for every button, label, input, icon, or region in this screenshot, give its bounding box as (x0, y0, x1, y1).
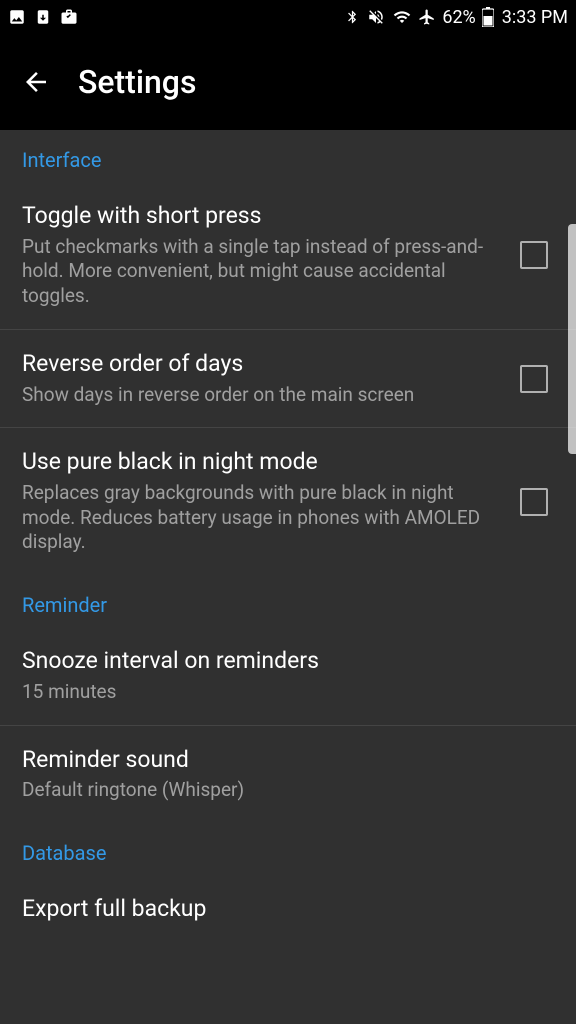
page-title: Settings (78, 63, 196, 101)
section-header-database: Database (0, 823, 576, 875)
setting-reverse-days[interactable]: Reverse order of days Show days in rever… (0, 330, 576, 428)
back-button[interactable] (20, 66, 52, 98)
setting-export-backup[interactable]: Export full backup (0, 875, 576, 928)
wifi-icon (392, 8, 412, 26)
briefcase-icon (60, 8, 78, 26)
setting-toggle-short-press[interactable]: Toggle with short press Put checkmarks w… (0, 182, 576, 330)
setting-title: Use pure black in night mode (22, 448, 508, 477)
settings-list: Interface Toggle with short press Put ch… (0, 130, 576, 1024)
app-bar: Settings (0, 34, 576, 130)
setting-pure-black[interactable]: Use pure black in night mode Replaces gr… (0, 428, 576, 575)
battery-percent: 62% (442, 7, 475, 28)
bluetooth-icon (345, 8, 360, 26)
setting-title: Reverse order of days (22, 350, 508, 379)
setting-reminder-sound[interactable]: Reminder sound Default ringtone (Whisper… (0, 726, 576, 823)
arrow-back-icon (21, 67, 51, 97)
section-header-reminder: Reminder (0, 575, 576, 627)
clock: 3:33 PM (502, 7, 568, 28)
scroll-indicator[interactable] (568, 224, 576, 454)
vibrate-icon (366, 8, 386, 26)
battery-icon (482, 7, 494, 27)
setting-title: Reminder sound (22, 746, 542, 775)
section-header-interface: Interface (0, 130, 576, 182)
setting-desc: Default ringtone (Whisper) (22, 778, 542, 803)
setting-desc: Show days in reverse order on the main s… (22, 383, 508, 408)
setting-title: Snooze interval on reminders (22, 647, 542, 676)
airplane-icon (418, 8, 436, 26)
checkbox[interactable] (520, 488, 548, 516)
checkbox[interactable] (520, 241, 548, 269)
setting-title: Toggle with short press (22, 202, 508, 231)
setting-desc: 15 minutes (22, 680, 542, 705)
setting-title: Export full backup (22, 895, 542, 924)
setting-desc: Replaces gray backgrounds with pure blac… (22, 481, 508, 555)
setting-desc: Put checkmarks with a single tap instead… (22, 235, 508, 309)
setting-snooze-interval[interactable]: Snooze interval on reminders 15 minutes (0, 627, 576, 725)
download-icon (34, 8, 52, 26)
checkbox[interactable] (520, 365, 548, 393)
status-bar: 62% 3:33 PM (0, 0, 576, 34)
image-icon (8, 8, 26, 26)
